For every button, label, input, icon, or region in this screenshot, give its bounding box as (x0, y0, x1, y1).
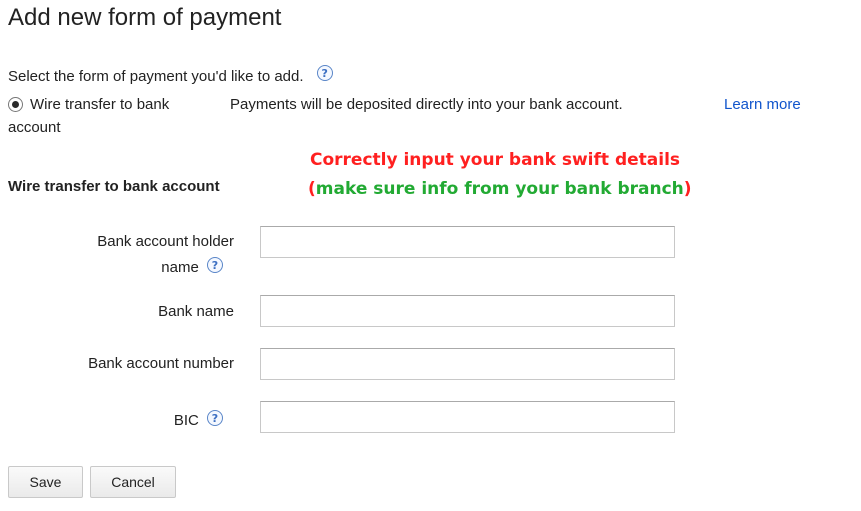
bank-name-label: Bank name (158, 303, 234, 320)
wire-transfer-description: Payments will be deposited directly into… (230, 96, 623, 113)
holder-name-label: Bank account holder (97, 233, 234, 250)
help-icon[interactable]: ? (207, 257, 223, 273)
radio-selected-dot (12, 101, 19, 108)
section-title: Wire transfer to bank account (8, 178, 220, 195)
annotation-line-1: Correctly input your bank swift details (310, 150, 681, 170)
wire-transfer-option-label[interactable]: Wire transfer to bank (30, 96, 169, 113)
payment-prompt: Select the form of payment you'd like to… (8, 65, 333, 85)
account-number-label: Bank account number (88, 355, 234, 372)
holder-name-label-cont: name ? (161, 257, 223, 276)
wire-transfer-radio[interactable] (8, 97, 23, 112)
holder-name-input[interactable] (260, 226, 675, 258)
save-button[interactable]: Save (8, 466, 83, 498)
annotation-close-paren: ) (683, 179, 692, 199)
annotation-line-2-text: make sure info from your bank branch (315, 179, 684, 199)
payment-prompt-text: Select the form of payment you'd like to… (8, 68, 304, 85)
wire-transfer-option-label-cont[interactable]: account (8, 119, 61, 136)
bic-label: BIC (173, 412, 199, 429)
annotation-line-2: (make sure info from your bank branch) (308, 179, 692, 199)
holder-name-label-text: name (161, 259, 199, 276)
help-icon[interactable]: ? (316, 65, 333, 81)
cancel-button[interactable]: Cancel (90, 466, 176, 498)
bic-input[interactable] (260, 401, 675, 433)
annotation-open-paren: ( (308, 179, 316, 199)
bank-name-input[interactable] (260, 295, 675, 327)
bic-label-row: BIC ? (173, 410, 223, 429)
help-icon[interactable]: ? (207, 410, 223, 426)
learn-more-link[interactable]: Learn more (724, 96, 801, 113)
account-number-input[interactable] (260, 348, 675, 380)
page-title: Add new form of payment (8, 4, 282, 31)
